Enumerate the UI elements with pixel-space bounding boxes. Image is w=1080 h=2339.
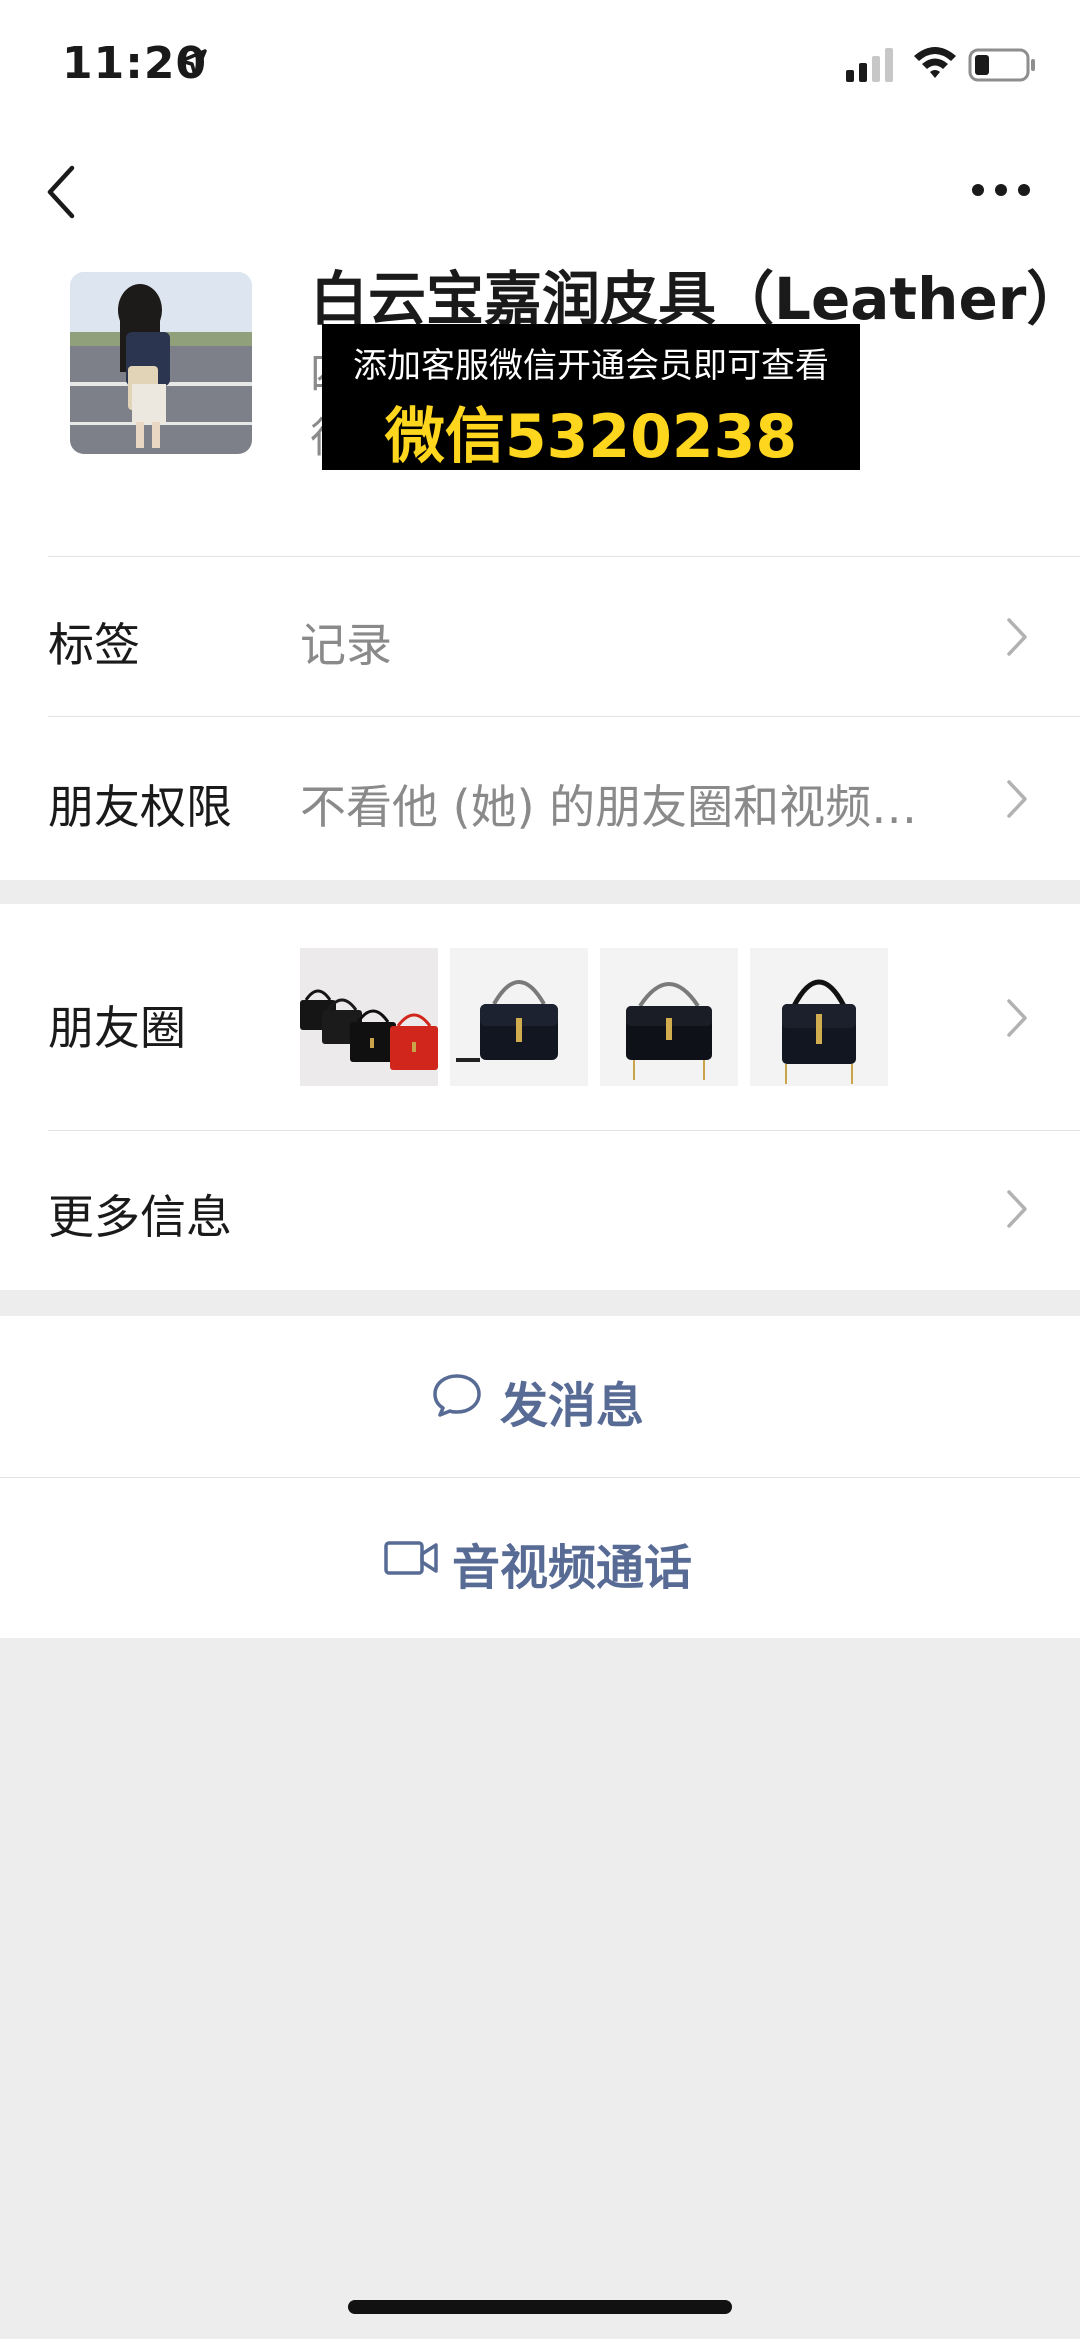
video-call-button[interactable]: 音视频通话 xyxy=(0,1478,1080,1638)
moments-thumbnail xyxy=(600,948,738,1086)
moments-label: 朋友圈 xyxy=(48,1001,186,1055)
permissions-row[interactable]: 朋友权限 不看他 (她) 的朋友圈和视频… xyxy=(0,717,1080,877)
avatar-image xyxy=(70,272,252,454)
more-dots-icon[interactable] xyxy=(970,180,1032,200)
watermark-line1: 添加客服微信开通会员即可查看 xyxy=(353,346,829,386)
video-call-label: 音视频通话 xyxy=(452,1540,693,1596)
chevron-right-icon xyxy=(1007,999,1027,1037)
avatar[interactable] xyxy=(70,272,252,454)
moments-thumbnail xyxy=(300,948,438,1086)
back-chevron-icon[interactable] xyxy=(44,164,78,220)
chevron-right-icon xyxy=(1007,780,1027,818)
location-arrow-icon xyxy=(179,49,207,77)
moments-thumbnail xyxy=(450,948,588,1086)
more-info-row[interactable]: 更多信息 xyxy=(0,1131,1080,1290)
cellular-signal-icon xyxy=(846,48,893,82)
wifi-icon xyxy=(914,47,956,78)
tags-value: 记录 xyxy=(300,618,392,672)
send-message-button[interactable]: 发消息 xyxy=(0,1316,1080,1476)
battery-icon xyxy=(968,48,1035,82)
nav-bar xyxy=(0,150,1080,230)
status-bar: 11:20 xyxy=(0,0,1080,130)
permissions-label: 朋友权限 xyxy=(48,780,232,834)
more-info-label: 更多信息 xyxy=(48,1190,232,1244)
tags-label: 标签 xyxy=(48,618,140,672)
home-indicator[interactable] xyxy=(348,2300,732,2314)
permissions-value: 不看他 (她) 的朋友圈和视频… xyxy=(300,780,918,834)
chat-bubble-icon xyxy=(433,1374,481,1417)
send-message-label: 发消息 xyxy=(500,1378,645,1434)
watermark-banner: 添加客服微信开通会员即可查看 微信5320238 xyxy=(322,324,860,472)
video-camera-icon xyxy=(384,1541,438,1575)
tags-row[interactable]: 标签 记录 xyxy=(0,557,1080,715)
chevron-right-icon xyxy=(1007,618,1027,656)
moments-row[interactable]: 朋友圈 xyxy=(0,904,1080,1130)
moments-thumbnail xyxy=(750,948,888,1086)
chevron-right-icon xyxy=(1007,1190,1027,1228)
watermark-line2: 微信5320238 xyxy=(384,402,798,472)
